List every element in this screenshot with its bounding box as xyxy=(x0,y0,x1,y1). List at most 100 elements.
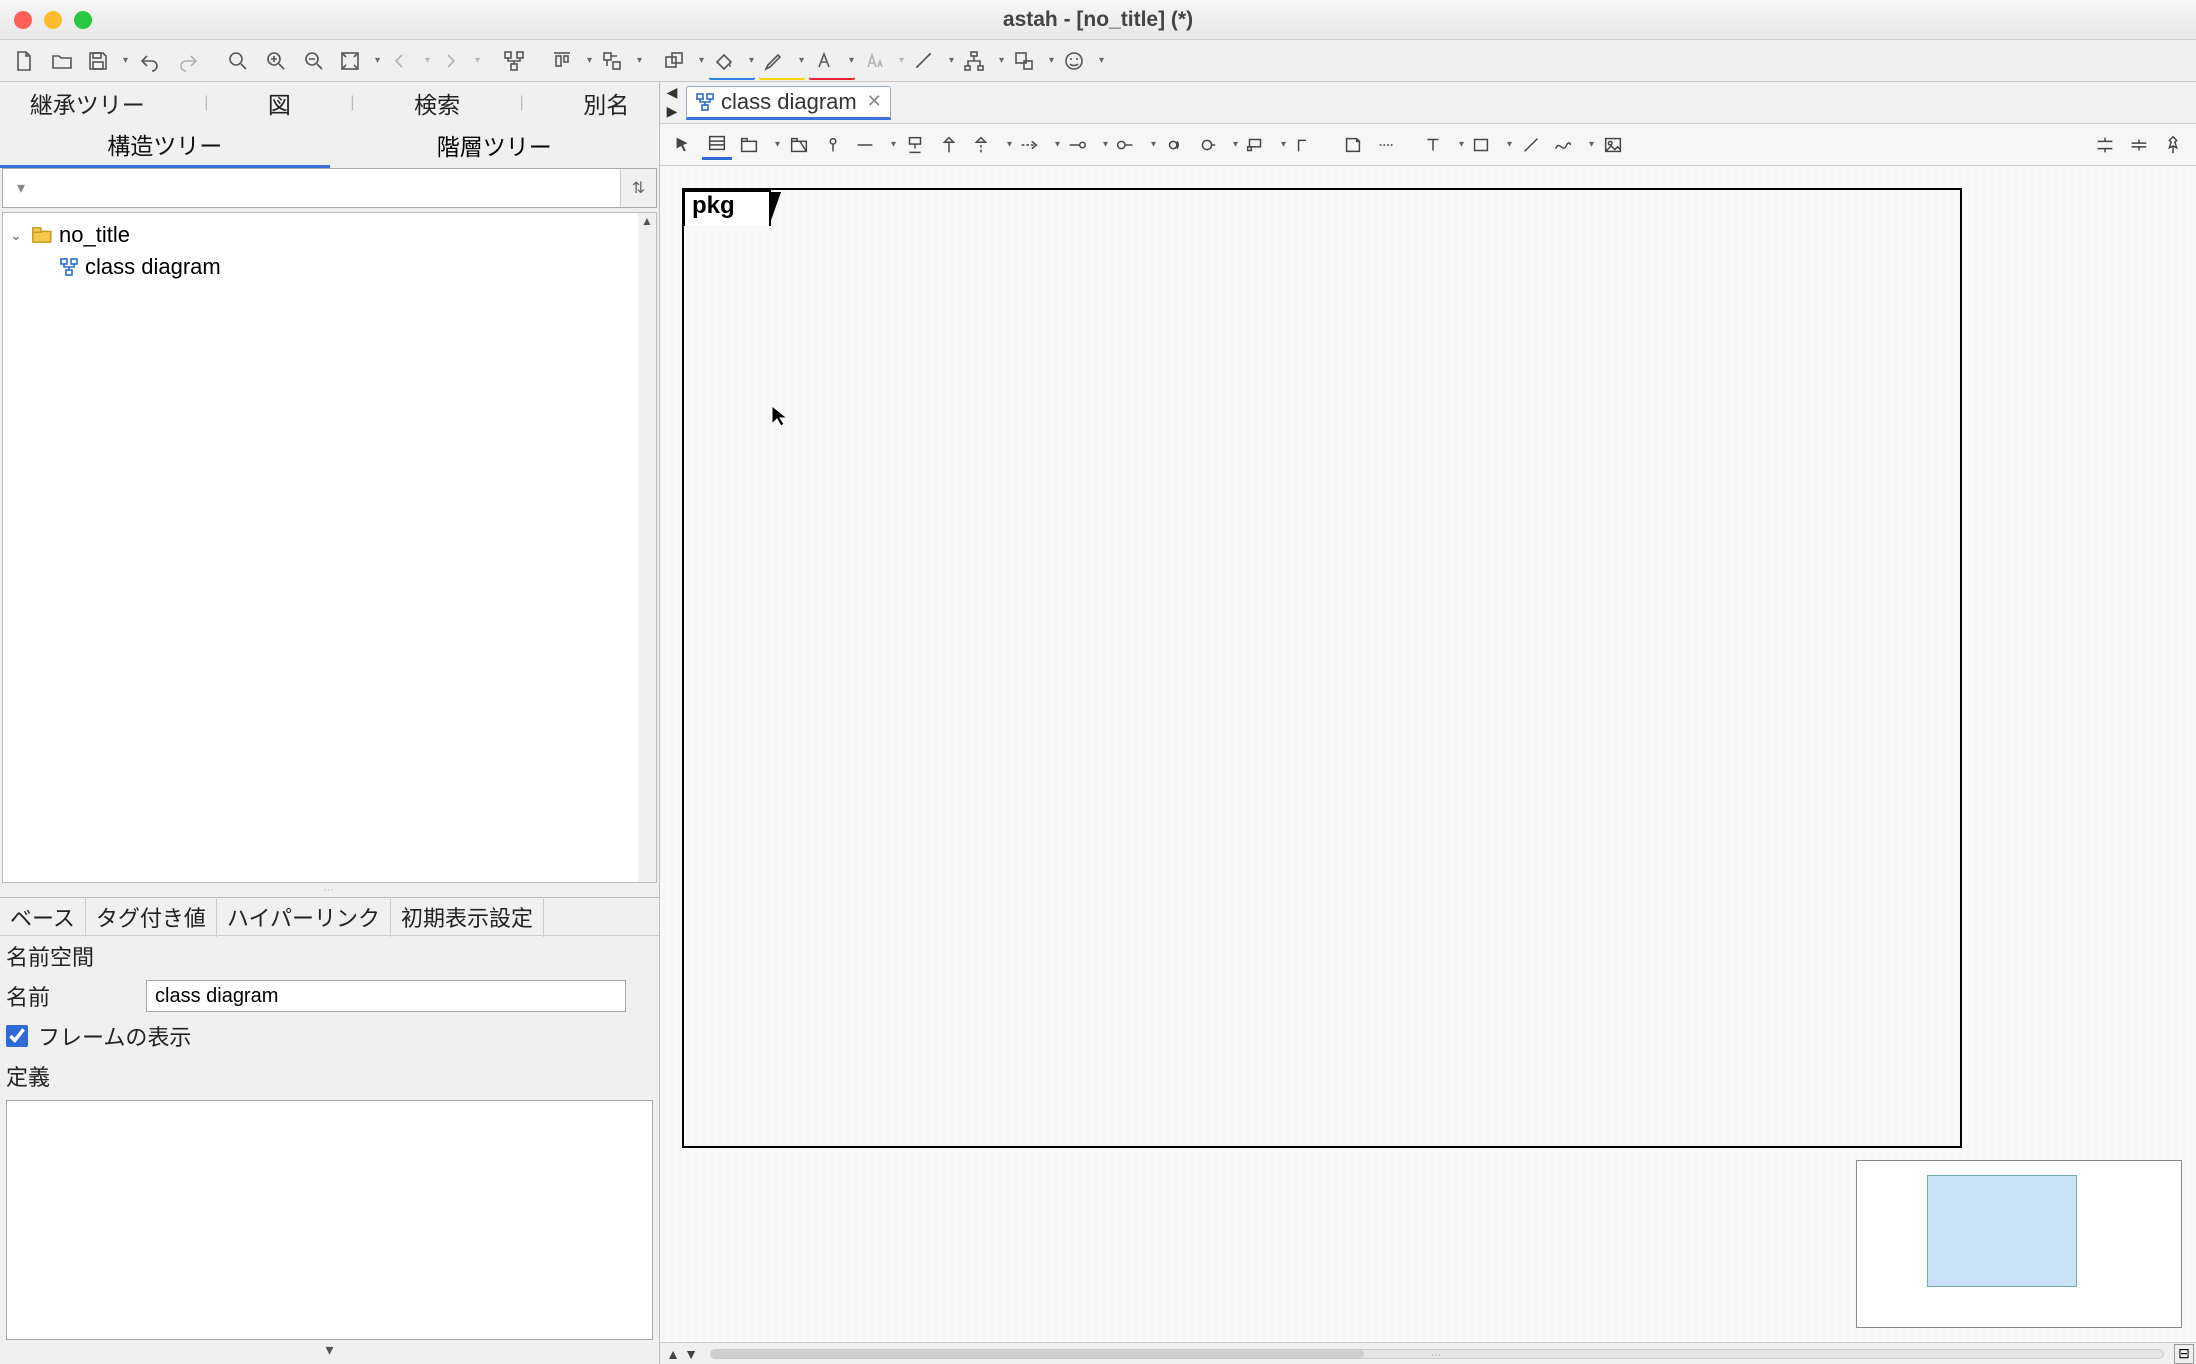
zoom-out-button[interactable] xyxy=(296,44,332,78)
nav-back-button[interactable] xyxy=(384,44,432,78)
face-button[interactable] xyxy=(1058,44,1106,78)
align-button[interactable] xyxy=(546,44,594,78)
interface-tool[interactable] xyxy=(818,130,848,160)
fill-color-button[interactable] xyxy=(708,44,756,78)
select-tool[interactable] xyxy=(668,130,698,160)
diagram-canvas[interactable]: pkg xyxy=(660,166,2196,1342)
hscroll-thumb[interactable] xyxy=(711,1350,1364,1358)
close-tab-button[interactable]: ✕ xyxy=(867,91,882,112)
usage-tool[interactable] xyxy=(1064,130,1108,160)
generalization-tool[interactable] xyxy=(934,130,964,160)
zoom-default-button[interactable] xyxy=(220,44,256,78)
prop-definition-row: 定義 xyxy=(0,1056,659,1096)
tab-inherit-tree[interactable]: 継承ツリー xyxy=(20,82,155,124)
package-icon xyxy=(31,226,53,244)
pin-tool[interactable] xyxy=(2158,130,2188,160)
vertical-splitter[interactable]: ⋯ xyxy=(0,885,659,897)
gap-expand-tool[interactable] xyxy=(2090,130,2120,160)
tree-item-label: class diagram xyxy=(85,254,221,280)
zoom-in-button[interactable] xyxy=(258,44,294,78)
new-file-button[interactable] xyxy=(6,44,42,78)
window-title: astah - [no_title] (*) xyxy=(0,8,2196,32)
containment-tool[interactable] xyxy=(1290,130,1320,160)
auto-layout-button[interactable] xyxy=(496,44,532,78)
minimap[interactable] xyxy=(1856,1160,2182,1328)
prop-name-input[interactable] xyxy=(146,980,626,1012)
freehand-tool[interactable] xyxy=(1550,130,1594,160)
class-tool[interactable] xyxy=(702,130,732,160)
tree-filter-bar: ▾ ⇅ xyxy=(2,168,657,208)
image-tool[interactable] xyxy=(1598,130,1628,160)
nest-tool[interactable] xyxy=(1242,130,1286,160)
collapse-left-button[interactable]: ◀▶ xyxy=(662,84,682,120)
tab-structure-tree[interactable]: 構造ツリー xyxy=(0,123,330,168)
hscroll-track[interactable]: ⋯ xyxy=(710,1349,2164,1359)
prop-tab-base[interactable]: ベース xyxy=(0,897,86,937)
prop-tab-hyperlink[interactable]: ハイパーリンク xyxy=(217,897,391,937)
text-tool[interactable] xyxy=(1420,130,1464,160)
nav-forward-button[interactable] xyxy=(434,44,482,78)
required-interface-tool[interactable] xyxy=(1160,130,1190,160)
tree-item-row[interactable]: class diagram xyxy=(7,251,652,283)
prop-show-frame-checkbox[interactable] xyxy=(6,1025,28,1047)
match-size-button[interactable] xyxy=(596,44,644,78)
undo-button[interactable] xyxy=(132,44,168,78)
text-color-button[interactable] xyxy=(808,44,856,78)
prop-tab-tagged[interactable]: タグ付き値 xyxy=(86,897,217,937)
close-window-button[interactable] xyxy=(14,11,32,29)
tab-hierarchy-tree[interactable]: 階層ツリー xyxy=(330,124,660,166)
left-tree-tabs: 構造ツリー 階層ツリー xyxy=(0,124,659,166)
fit-button[interactable] xyxy=(334,44,382,78)
provided-interface-tool[interactable] xyxy=(1194,130,1238,160)
template-binding-tool[interactable] xyxy=(1112,130,1156,160)
tree-filter-input[interactable] xyxy=(39,178,620,199)
font-button[interactable] xyxy=(858,44,906,78)
realization-tool[interactable] xyxy=(968,130,1012,160)
tab-diagram[interactable]: 図 xyxy=(258,82,301,124)
tab-search[interactable]: 検索 xyxy=(404,82,470,124)
props-expand-icon[interactable]: ▾ xyxy=(0,1340,659,1364)
note-anchor-tool[interactable] xyxy=(1372,130,1402,160)
class-diagram-icon xyxy=(695,92,715,112)
editor-panel: ◀▶ class diagram ✕ xyxy=(660,82,2196,1364)
line-style-button[interactable] xyxy=(908,44,956,78)
property-panel: ベース タグ付き値 ハイパーリンク 初期表示設定 名前空間 名前 フレームの表示… xyxy=(0,897,659,1364)
save-button[interactable] xyxy=(82,44,130,78)
filter-swap-button[interactable]: ⇅ xyxy=(620,169,656,207)
tree-scrollbar[interactable]: ▲ xyxy=(638,213,656,882)
collapse-bottom-button[interactable]: ▲▼ xyxy=(660,1346,700,1362)
maximize-window-button[interactable] xyxy=(74,11,92,29)
line-tool[interactable] xyxy=(1516,130,1546,160)
main-toolbar xyxy=(0,40,2196,82)
subsystem-tool[interactable] xyxy=(784,130,814,160)
highlight-color-button[interactable] xyxy=(758,44,806,78)
minimap-viewport[interactable] xyxy=(1927,1175,2077,1287)
diagram-palette xyxy=(660,124,2196,166)
prop-tab-initview[interactable]: 初期表示設定 xyxy=(391,897,544,937)
diagram-frame[interactable]: pkg xyxy=(682,188,1962,1148)
frame-label: pkg xyxy=(692,192,735,220)
tree-root-row[interactable]: ⌄ no_title xyxy=(7,219,652,251)
package-tool[interactable] xyxy=(736,130,780,160)
horizontal-scrollbar[interactable]: ▲▼ ⋯ ⊟ xyxy=(660,1342,2196,1364)
association-class-tool[interactable] xyxy=(900,130,930,160)
dependency-tool[interactable] xyxy=(1016,130,1060,160)
structure-tree[interactable]: ⌄ no_title class diagram ▲ xyxy=(2,212,657,883)
editor-tab[interactable]: class diagram ✕ xyxy=(686,86,891,120)
open-file-button[interactable] xyxy=(44,44,80,78)
tree-style-button[interactable] xyxy=(958,44,1006,78)
apply-style-button[interactable] xyxy=(1008,44,1056,78)
minimize-window-button[interactable] xyxy=(44,11,62,29)
scroll-up-icon[interactable]: ▲ xyxy=(638,213,656,229)
redo-button[interactable] xyxy=(170,44,206,78)
arrange-button[interactable] xyxy=(658,44,706,78)
tab-alias[interactable]: 別名 xyxy=(573,82,639,124)
rect-tool[interactable] xyxy=(1468,130,1512,160)
tree-expand-icon[interactable]: ⌄ xyxy=(7,227,25,244)
minimap-toggle-button[interactable]: ⊟ xyxy=(2174,1344,2194,1364)
gap-shrink-tool[interactable] xyxy=(2124,130,2154,160)
prop-show-frame-row: フレームの表示 xyxy=(0,1016,659,1056)
association-tool[interactable] xyxy=(852,130,896,160)
prop-definition-textarea[interactable] xyxy=(6,1100,653,1340)
note-tool[interactable] xyxy=(1338,130,1368,160)
